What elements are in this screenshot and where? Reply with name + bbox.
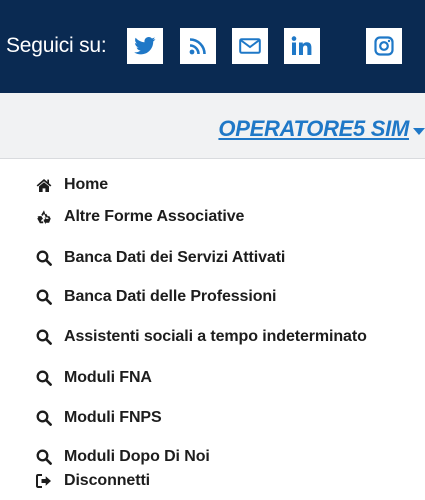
twitter-icon — [134, 37, 156, 55]
recycle-icon — [36, 209, 52, 225]
menu-item-home[interactable]: Home — [36, 173, 108, 197]
menu-item-label: Banca Dati dei Servizi Attivati — [64, 249, 286, 266]
home-icon — [36, 177, 52, 193]
menu-item-disconnetti[interactable]: Disconnetti — [36, 469, 150, 493]
menu-item-label: Moduli FNPS — [64, 409, 162, 426]
follow-us-label: Seguici su: — [6, 34, 107, 57]
linkedin-button[interactable] — [284, 28, 320, 64]
menu-item-label: Moduli FNA — [64, 369, 152, 386]
menu-item-label: Moduli Dopo Di Noi — [64, 448, 210, 465]
linkedin-icon — [291, 36, 313, 56]
menu-item-moduli-dopo-di-noi[interactable]: Moduli Dopo Di Noi — [36, 445, 210, 469]
search-icon — [36, 370, 52, 386]
search-icon — [36, 250, 52, 266]
mail-icon — [239, 38, 261, 54]
top-social-bar: Seguici su: — [0, 0, 425, 93]
menu-item-moduli-fnps[interactable]: Moduli FNPS — [36, 406, 162, 430]
menu-item-label: Banca Dati delle Professioni — [64, 288, 277, 305]
search-icon — [36, 449, 52, 465]
menu-item-label: Altre Forme Associative — [64, 208, 245, 225]
menu-item-altre-forme-associative[interactable]: Altre Forme Associative — [36, 205, 244, 229]
menu-item-moduli-fna[interactable]: Moduli FNA — [36, 366, 152, 390]
rss-button[interactable] — [180, 28, 216, 64]
menu-item-label: Home — [64, 176, 109, 193]
sign-out-icon — [36, 473, 52, 489]
search-icon — [36, 289, 52, 305]
email-button[interactable] — [232, 28, 268, 64]
search-icon — [36, 410, 52, 426]
rss-icon — [189, 37, 207, 55]
user-bar: OPERATORE5 SIM — [0, 93, 425, 159]
instagram-button[interactable] — [366, 28, 402, 64]
menu-item-label: Assistenti sociali a tempo indeterminato — [64, 328, 367, 345]
menu-item-label: Disconnetti — [64, 472, 151, 489]
user-menu-link[interactable]: OPERATORE5 SIM — [218, 116, 409, 142]
menu-item-banca-dati-professioni[interactable]: Banca Dati delle Professioni — [36, 285, 276, 309]
menu-item-assistenti-sociali[interactable]: Assistenti sociali a tempo indeterminato — [36, 325, 367, 349]
twitter-button[interactable] — [127, 28, 163, 64]
instagram-icon — [374, 36, 394, 56]
menu-item-banca-dati-servizi[interactable]: Banca Dati dei Servizi Attivati — [36, 246, 285, 270]
chevron-down-icon[interactable] — [413, 128, 425, 135]
search-icon — [36, 329, 52, 345]
